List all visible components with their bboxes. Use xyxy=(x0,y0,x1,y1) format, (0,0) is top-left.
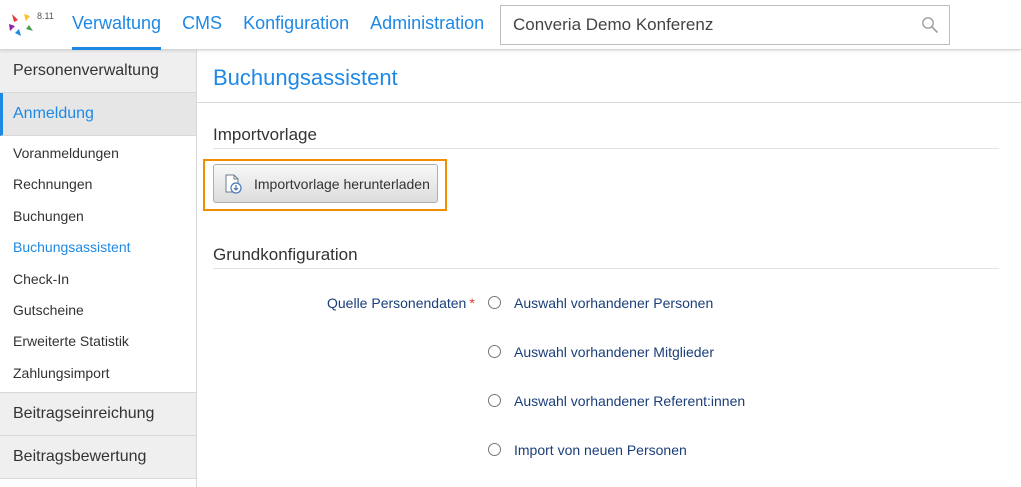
sidebar-item-voranmeldungen[interactable]: Voranmeldungen xyxy=(0,138,196,169)
nav-administration[interactable]: Administration xyxy=(370,0,484,50)
sidebar-section-personenverwaltung[interactable]: Personenverwaltung xyxy=(0,50,196,93)
sidebar-section-beitragsbewertung[interactable]: Beitragsbewertung xyxy=(0,436,196,480)
radio-label: Auswahl vorhandener Personen xyxy=(514,295,714,311)
sidebar-item-buchungsassistent[interactable]: Buchungsassistent xyxy=(0,232,196,263)
section-divider xyxy=(213,148,999,149)
sidebar-item-buchungen[interactable]: Buchungen xyxy=(0,201,196,232)
field-label-quelle-personendaten: Quelle Personendaten * xyxy=(327,295,475,311)
radio-button[interactable] xyxy=(488,443,501,456)
sidebar: Personenverwaltung Anmeldung Voranmeldun… xyxy=(0,50,197,487)
section-title-importvorlage: Importvorlage xyxy=(213,125,317,144)
radio-button[interactable] xyxy=(488,345,501,358)
page-title-bar: Buchungsassistent xyxy=(197,50,1021,103)
radio-label: Import von neuen Personen xyxy=(514,442,687,458)
search-icon[interactable] xyxy=(921,16,939,34)
section-title-grundkonfiguration: Grundkonfiguration xyxy=(213,245,358,264)
event-search-input[interactable] xyxy=(501,6,901,44)
nav-konfiguration[interactable]: Konfiguration xyxy=(243,0,349,50)
sidebar-item-erweiterte-statistik[interactable]: Erweiterte Statistik xyxy=(0,326,196,357)
document-download-icon xyxy=(225,174,242,194)
sidebar-section-beitragseinreichung[interactable]: Beitragseinreichung xyxy=(0,393,196,437)
section-divider xyxy=(213,268,999,269)
sidebar-item-zahlungsimport[interactable]: Zahlungsimport xyxy=(0,358,196,389)
nav-cms[interactable]: CMS xyxy=(182,0,222,50)
sidebar-anmeldung-submenu: Voranmeldungen Rechnungen Buchungen Buch… xyxy=(0,136,196,394)
sidebar-item-check-in[interactable]: Check-In xyxy=(0,264,196,295)
top-navigation: Verwaltung CMS Konfiguration Administrat… xyxy=(72,0,505,50)
converia-logo-icon[interactable] xyxy=(8,11,34,37)
download-button-label: Importvorlage herunterladen xyxy=(254,176,430,192)
radio-button[interactable] xyxy=(488,394,501,407)
sidebar-item-rechnungen[interactable]: Rechnungen xyxy=(0,169,196,200)
app-version: 8.11 xyxy=(37,11,54,21)
nav-verwaltung[interactable]: Verwaltung xyxy=(72,0,162,50)
main-content: Buchungsassistent Importvorlage Importvo… xyxy=(197,50,1021,487)
required-marker: * xyxy=(469,295,475,311)
radio-label: Auswahl vorhandener Referent:innen xyxy=(514,393,746,409)
radio-button[interactable] xyxy=(488,296,501,309)
radio-label: Auswahl vorhandener Mitglieder xyxy=(514,344,714,360)
sidebar-item-gutscheine[interactable]: Gutscheine xyxy=(0,295,196,326)
field-label-text: Quelle Personendaten xyxy=(327,295,467,311)
download-import-template-button[interactable]: Importvorlage herunterladen xyxy=(213,164,438,203)
page-title: Buchungsassistent xyxy=(213,65,398,90)
top-bar: 8.11 Verwaltung CMS Konfiguration Admini… xyxy=(0,0,1021,50)
event-search xyxy=(500,5,950,45)
sidebar-section-anmeldung[interactable]: Anmeldung xyxy=(0,93,196,136)
